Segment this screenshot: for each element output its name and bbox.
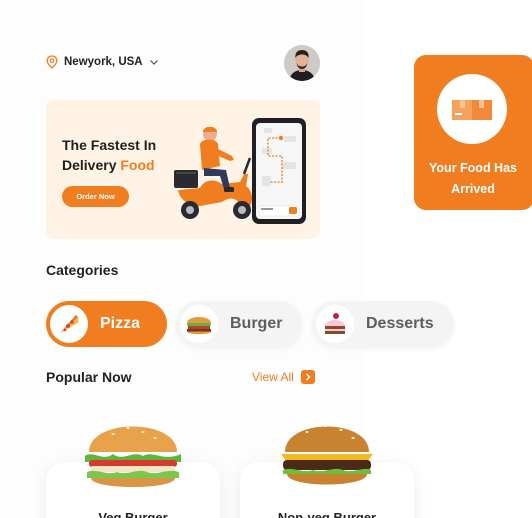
category-pizza-label: Pizza <box>100 315 141 332</box>
popular-title: Popular Now <box>46 369 132 385</box>
category-pizza[interactable]: Pizza <box>46 301 167 347</box>
product-name: Veg Burger <box>98 510 168 518</box>
category-desserts[interactable]: Desserts <box>312 301 454 347</box>
category-burger-label: Burger <box>230 315 283 332</box>
burger-icon <box>180 305 218 343</box>
avatar[interactable] <box>284 45 320 81</box>
avatar-image <box>284 45 320 81</box>
category-burger[interactable]: Burger <box>176 301 302 347</box>
cake-icon <box>316 305 354 343</box>
category-desserts-label: Desserts <box>366 315 434 332</box>
view-all-link[interactable]: View All <box>252 370 315 384</box>
view-all-label: View All <box>252 370 294 384</box>
delivery-scooter-illustration <box>174 118 306 224</box>
notification-line2: Arrived <box>451 182 495 196</box>
product-name: Non-veg Burger <box>277 510 377 518</box>
pizza-icon <box>50 305 88 343</box>
order-now-button[interactable]: Order Now <box>62 186 129 207</box>
notification-text: Your Food Has Arrived <box>414 158 532 200</box>
promo-banner[interactable]: The Fastest In Delivery Food Order Now <box>46 100 320 239</box>
location-selector[interactable]: Newyork, USA <box>46 54 159 70</box>
order-arrived-notification[interactable]: Your Food Has Arrived <box>414 55 532 210</box>
categories-title: Categories <box>46 262 119 278</box>
arrow-right-icon <box>300 370 315 384</box>
chevron-down-icon <box>149 60 158 65</box>
veg-burger-image <box>85 426 181 487</box>
location-pin-icon <box>46 55 58 69</box>
notification-line1: Your Food Has <box>429 161 517 175</box>
non-veg-burger-image <box>281 425 373 485</box>
banner-title-line2: Delivery <box>62 157 117 173</box>
package-icon <box>437 74 507 144</box>
location-label: Newyork, USA <box>64 56 143 68</box>
banner-title-accent: Food <box>120 157 155 173</box>
